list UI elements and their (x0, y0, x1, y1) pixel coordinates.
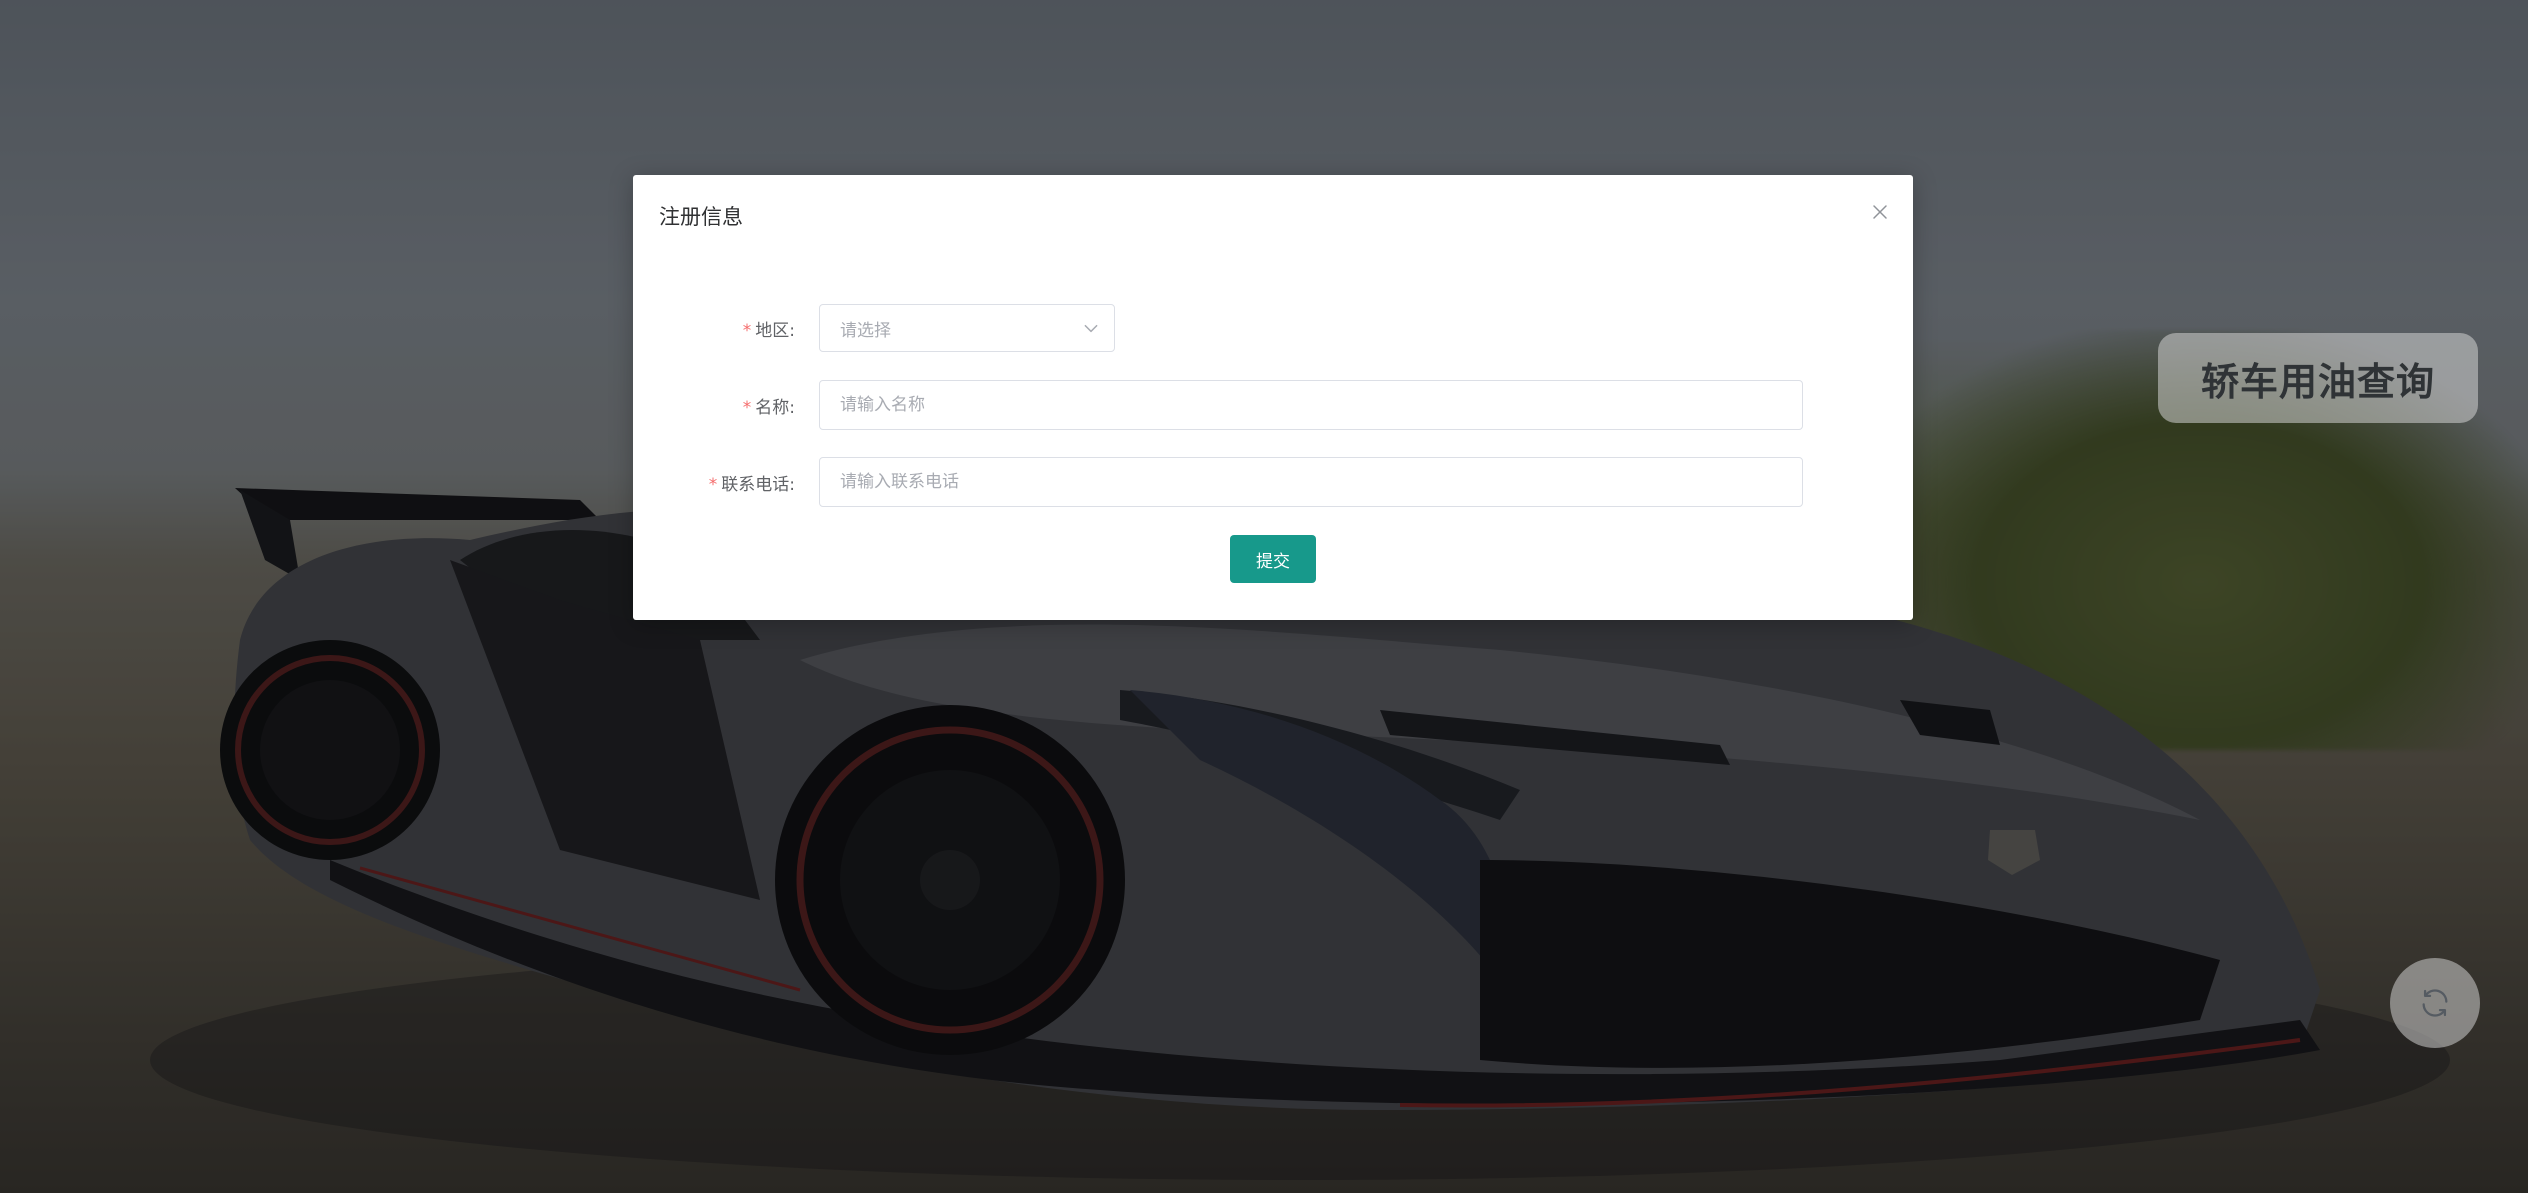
refresh-button[interactable] (2390, 958, 2480, 1048)
close-icon (1873, 205, 1887, 219)
phone-label-text: 联系电话: (721, 474, 795, 495)
refresh-icon (2422, 989, 2448, 1017)
required-mark: * (742, 320, 752, 341)
region-select-placeholder: 请选择 (840, 320, 891, 341)
fuel-query-label: 轿车用油查询 (2200, 359, 2435, 404)
region-label: * 地区: (633, 316, 819, 341)
submit-button[interactable]: 提交 (1230, 535, 1316, 583)
chevron-down-icon (1084, 324, 1098, 333)
fuel-query-button[interactable]: 轿车用油查询 (2158, 333, 2478, 423)
close-button[interactable] (1869, 201, 1891, 223)
app-root: 轿车用油查询 注册信息 * 地区: 请选择 * 名称: 请输入名称 * 联系电话… (0, 0, 2528, 1193)
region-select[interactable]: 请选择 (819, 304, 1115, 352)
form-row-phone: * 联系电话: (633, 457, 1803, 507)
form-row-name: * 名称: (633, 380, 1803, 430)
dialog-title: 注册信息 (659, 205, 743, 229)
required-mark: * (742, 397, 752, 418)
registration-dialog: 注册信息 * 地区: 请选择 * 名称: 请输入名称 * 联系电话: 请输入联系… (633, 175, 1913, 620)
phone-input[interactable] (819, 457, 1803, 507)
name-input[interactable] (819, 380, 1803, 430)
required-mark: * (708, 474, 718, 495)
name-label-text: 名称: (755, 397, 795, 418)
region-label-text: 地区: (755, 320, 795, 341)
phone-label: * 联系电话: (633, 470, 819, 495)
name-label: * 名称: (633, 393, 819, 418)
form-row-region: * 地区: 请选择 (633, 303, 1115, 353)
